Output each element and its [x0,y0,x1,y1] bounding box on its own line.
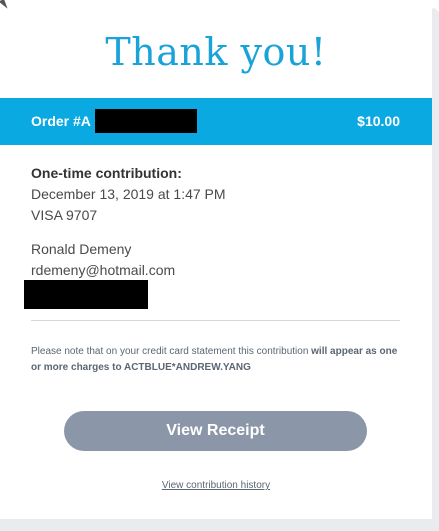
donor-email: rdemeny@hotmail.com [31,262,176,278]
receipt-card: Thank you! Order #A $10.00 One-time cont… [0,8,432,523]
notice-text: Please note that on your credit card sta… [31,346,312,357]
view-receipt-button[interactable]: View Receipt [64,411,367,451]
bottom-zigzag-edge [0,519,439,531]
order-amount: $10.00 [357,113,400,129]
contribution-date: December 13, 2019 at 1:47 PM [31,186,226,202]
divider [31,320,400,321]
donor-name: Ronald Demeny [31,241,132,257]
donor-info: Ronald Demeny rdemeny@hotmail.com [31,239,175,281]
contribution-history-link[interactable]: View contribution history [0,480,432,491]
payment-card: VISA 9707 [31,207,98,223]
order-bar: Order #A $10.00 [0,98,432,145]
statement-notice: Please note that on your credit card sta… [31,344,401,376]
contribution-type: One-time contribution: [31,165,182,181]
redacted-donor-info [24,280,148,309]
order-number-label: Order #A [31,113,91,129]
redacted-order-number [95,109,197,133]
page-title: Thank you! [105,30,327,74]
contribution-details: One-time contribution: December 13, 2019… [31,163,226,226]
